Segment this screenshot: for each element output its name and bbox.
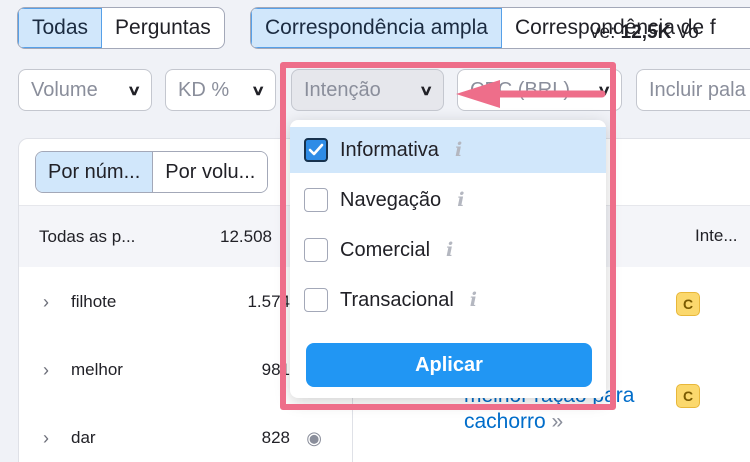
- include-keywords-filter[interactable]: Incluir pala: [636, 69, 750, 111]
- chevron-right-icon[interactable]: ›: [43, 360, 57, 381]
- pointer-arrow-icon: [456, 80, 606, 108]
- option-commercial[interactable]: Comercial i: [290, 227, 606, 273]
- checkbox[interactable]: [304, 238, 328, 262]
- group-count: 981: [261, 360, 290, 379]
- group-word: filhote: [71, 292, 117, 311]
- group-word: melhor: [71, 360, 123, 379]
- chevron-right-icon[interactable]: ›: [43, 428, 57, 449]
- keyword-link-continued[interactable]: cachorro »: [464, 410, 563, 434]
- group-sort-tabs: Por núm... Por volu...: [35, 151, 269, 193]
- all-groups-label: Todas as p...: [39, 226, 136, 246]
- intent-badge: C: [676, 292, 700, 316]
- option-label: Navegação: [340, 188, 442, 211]
- info-icon[interactable]: i: [457, 189, 464, 211]
- group-count: 828: [261, 428, 290, 447]
- summary-prefix: ve:: [590, 22, 616, 43]
- checkbox[interactable]: [304, 188, 328, 212]
- chevron-right-icon[interactable]: ›: [43, 292, 57, 313]
- include-keywords-label: Incluir pala: [649, 78, 746, 101]
- intent-filter-label: Intenção: [304, 78, 381, 101]
- column-intent[interactable]: Inte...: [695, 226, 738, 246]
- double-chevron-right-icon[interactable]: »: [552, 410, 564, 433]
- chevron-down-icon: ∨: [126, 81, 142, 98]
- chevron-down-icon: ∨: [418, 81, 434, 98]
- list-item[interactable]: › dar 828 ◉: [19, 416, 352, 460]
- volume-filter-label: Volume: [31, 78, 98, 101]
- info-icon[interactable]: i: [470, 289, 477, 311]
- all-groups-count: 12.508: [220, 226, 272, 246]
- volume-filter[interactable]: Volume ∨: [18, 69, 152, 111]
- option-navigation[interactable]: Navegação i: [290, 177, 606, 223]
- tab-by-number[interactable]: Por núm...: [36, 152, 154, 192]
- option-transactional[interactable]: Transacional i: [290, 277, 606, 323]
- chevron-down-icon: ∨: [250, 81, 266, 98]
- group-word: dar: [71, 428, 96, 447]
- intent-badge: C: [676, 384, 700, 408]
- tab-broad-match[interactable]: Correspondência ampla: [251, 8, 502, 48]
- kd-filter[interactable]: KD % ∨: [165, 69, 276, 111]
- match-type-tabs: Todas Perguntas: [17, 7, 225, 49]
- group-count: 1.574: [247, 292, 290, 311]
- tab-by-volume[interactable]: Por volu...: [153, 152, 268, 192]
- info-icon[interactable]: i: [455, 139, 462, 161]
- eye-icon[interactable]: ◉: [306, 428, 322, 449]
- tab-all[interactable]: Todas: [18, 8, 103, 48]
- option-label: Comercial: [340, 238, 431, 261]
- summary-value: 12,5K: [620, 22, 672, 43]
- checkbox[interactable]: [304, 288, 328, 312]
- check-icon: [308, 143, 324, 156]
- tab-questions[interactable]: Perguntas: [102, 8, 224, 48]
- info-icon[interactable]: i: [446, 239, 453, 261]
- intent-dropdown: Informativa i Navegação i Comercial i Tr…: [290, 120, 606, 398]
- option-informative[interactable]: Informativa i: [290, 127, 606, 173]
- option-label: Informativa: [340, 138, 439, 161]
- option-label: Transacional: [340, 288, 454, 311]
- kd-filter-label: KD %: [178, 78, 230, 101]
- checkbox-checked[interactable]: [304, 138, 328, 162]
- keyword-link-line2[interactable]: cachorro: [464, 410, 546, 433]
- intent-filter[interactable]: Intenção ∨: [291, 69, 444, 111]
- summary-suffix: Vo: [676, 22, 699, 43]
- summary-stats: ve: 12,5K Vo: [590, 22, 699, 44]
- apply-button[interactable]: Aplicar: [306, 343, 592, 387]
